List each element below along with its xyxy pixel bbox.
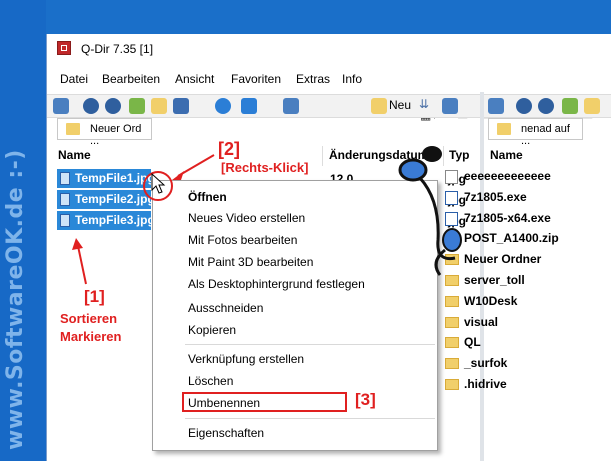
monkey-mascot-icon — [398, 146, 462, 276]
step1-arrow — [77, 245, 87, 285]
step1-arrowhead — [72, 238, 83, 250]
step2-arrow — [177, 154, 215, 177]
mouse-cursor-icon — [151, 172, 166, 194]
annotation-overlay — [72, 146, 462, 285]
step2-arrowhead — [172, 171, 184, 180]
